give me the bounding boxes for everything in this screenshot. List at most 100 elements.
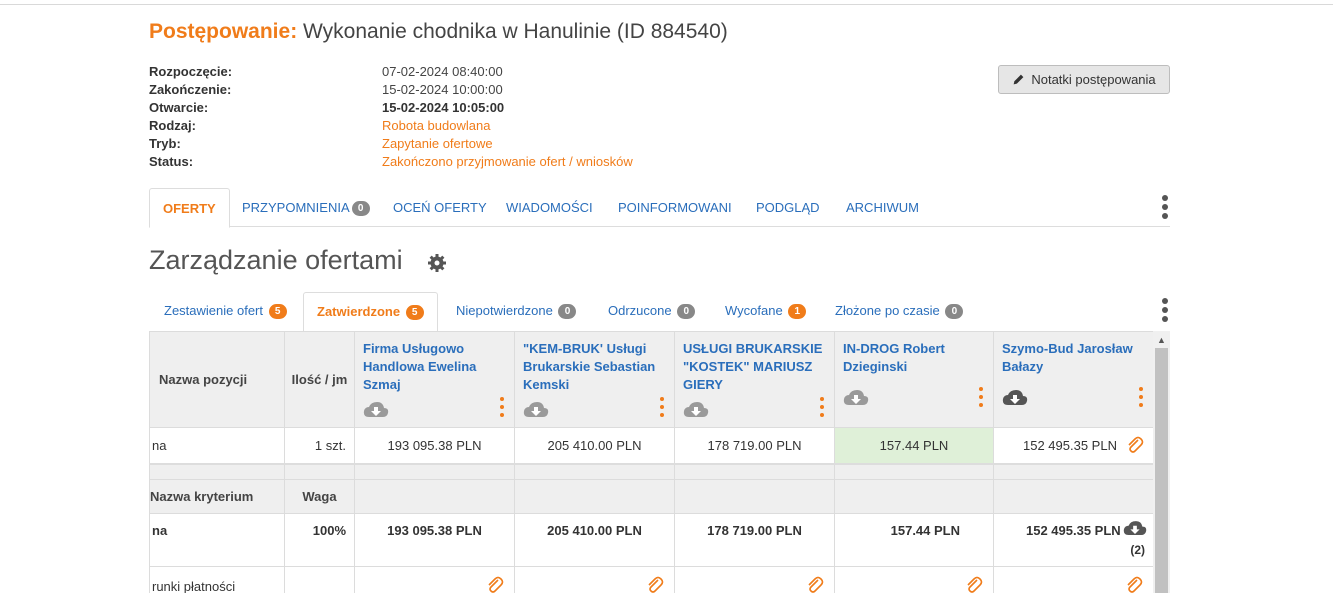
main-tabs: OFERTY PRZYPOMNIENIA 0 OCEŃ OFERTY WIADOM… (149, 188, 1170, 228)
cloud-download-icon[interactable] (1002, 389, 1028, 407)
scrollbar-thumb[interactable] (1155, 348, 1168, 593)
criterion-name: runki płatności (149, 566, 285, 593)
pencil-icon (1013, 74, 1024, 85)
meta-value: 07-02-2024 08:40:00 (382, 64, 503, 79)
price-cell: 205 410.00 PLN (514, 427, 675, 465)
meta-type: Rodzaj: Robota budowlana (149, 118, 749, 136)
column-header: Nazwa pozycji (149, 331, 285, 428)
tab-label: OCEŃ OFERTY (393, 200, 487, 215)
score-cell: 205 410.00 PLN (514, 513, 675, 567)
vendor-menu-icon[interactable] (820, 397, 826, 417)
count-badge: 0 (558, 304, 577, 320)
vendor-menu-icon[interactable] (979, 387, 985, 407)
tab-label: PODGLĄD (756, 200, 820, 215)
vendor-column: IN-DROG Robert Dzieginski (834, 331, 994, 428)
meta-key: Rodzaj: (149, 118, 196, 133)
tab-preview[interactable]: PODGLĄD (756, 188, 820, 227)
table-row: na 100% 193 095.38 PLN 205 410.00 PLN 17… (149, 513, 1153, 567)
vendor-column: Szymo-Bud Jarosław Bałazy (993, 331, 1153, 428)
meta-mode: Tryb: Zapytanie ofertowe (149, 136, 749, 154)
tab-label: Złożone po czasie (835, 303, 940, 318)
vendor-menu-icon[interactable] (660, 397, 666, 417)
tab-label: Wycofane (725, 303, 783, 318)
subtab-rejected[interactable]: Odrzucone 0 (608, 292, 696, 332)
subtab-summary[interactable]: Zestawienie ofert 5 (164, 292, 287, 332)
page-title-label: Postępowanie: (149, 20, 298, 43)
subtab-late[interactable]: Złożone po czasie 0 (835, 292, 964, 332)
cloud-download-icon[interactable] (843, 389, 869, 407)
vendor-menu-icon[interactable] (500, 397, 506, 417)
offers-comparison-table: Nazwa pozycji Ilość / jm Firma Usługowo … (149, 331, 1153, 593)
column-header: Ilość / jm (284, 331, 355, 428)
position-name: na (149, 427, 285, 465)
meta-value-link[interactable]: Robota budowlana (382, 118, 490, 133)
offer-subtabs: Zestawienie ofert 5 Zatwierdzone 5 Niepo… (149, 292, 1153, 332)
tab-offers[interactable]: OFERTY (149, 188, 230, 228)
meta-key: Status: (149, 154, 194, 169)
vendor-name-link[interactable]: "KEM-BRUK' Usługi Brukarskie Sebastian K… (523, 340, 666, 394)
meta-key: Otwarcie: (149, 100, 209, 115)
criteria-header-row: Nazwa kryterium Waga (149, 479, 1153, 514)
paperclip-icon[interactable] (646, 576, 664, 593)
meta-value: 15-02-2024 10:00:00 (382, 82, 503, 97)
tab-reminders[interactable]: PRZYPOMNIENIA 0 (242, 188, 370, 227)
table-spacer-row (149, 463, 1153, 480)
criterion-weight: 100% (284, 513, 355, 567)
paperclip-icon[interactable] (1125, 576, 1143, 593)
main-tabs-more-icon[interactable] (1161, 195, 1169, 221)
table-scrollbar[interactable]: ▲ (1153, 331, 1170, 593)
meta-end: Zakończenie: 15-02-2024 10:00:00 (149, 82, 749, 100)
tab-archive[interactable]: ARCHIWUM (846, 188, 919, 227)
cloud-download-icon[interactable] (363, 401, 389, 419)
vendor-menu-icon[interactable] (1139, 387, 1145, 407)
scroll-up-icon[interactable]: ▲ (1153, 331, 1170, 348)
tab-label: Niepotwierdzone (456, 303, 553, 318)
vendor-column: USŁUGI BRUKARSKIE "KOSTEK" MARIUSZ GIERY (674, 331, 835, 428)
meta-value-link[interactable]: Zapytanie ofertowe (382, 136, 493, 151)
paperclip-icon[interactable] (806, 576, 824, 593)
cloud-download-icon[interactable] (683, 401, 709, 419)
paperclip-icon[interactable] (486, 576, 504, 593)
meta-status: Status: Zakończono przyjmowanie ofert / … (149, 154, 749, 172)
subtabs-more-icon[interactable] (1161, 298, 1169, 324)
subtab-approved[interactable]: Zatwierdzone 5 (303, 292, 438, 332)
tab-label: POINFORMOWANI (618, 200, 732, 215)
subtab-unconfirmed[interactable]: Niepotwierdzone 0 (456, 292, 577, 332)
meta-key: Zakończenie: (149, 82, 232, 97)
vendor-name-link[interactable]: Firma Usługowo Handlowa Ewelina Szmaj (363, 340, 506, 394)
meta-value: 15-02-2024 10:05:00 (382, 100, 505, 115)
meta-key: Tryb: (149, 136, 181, 151)
tab-label: ARCHIWUM (846, 200, 919, 215)
count-badge: 0 (677, 304, 696, 320)
price-cell-with-attachment: 152 495.35 PLN (993, 427, 1153, 465)
cloud-download-icon[interactable] (523, 401, 549, 419)
column-header: Waga (284, 479, 355, 514)
gear-icon[interactable] (427, 253, 447, 273)
procedure-notes-button[interactable]: Notatki postępowania (998, 65, 1170, 94)
table-row: na 1 szt. 193 095.38 PLN 205 410.00 PLN … (149, 427, 1153, 465)
paperclip-icon[interactable] (965, 576, 983, 593)
tab-informed[interactable]: POINFORMOWANI (618, 188, 732, 227)
tab-evaluate[interactable]: OCEŃ OFERTY (393, 188, 487, 227)
meta-key: Rozpoczęcie: (149, 64, 233, 79)
vendor-name-link[interactable]: IN-DROG Robert Dzieginski (843, 340, 985, 376)
vendor-name-link[interactable]: Szymo-Bud Jarosław Bałazy (1002, 340, 1145, 376)
tab-label: WIADOMOŚCI (506, 200, 593, 215)
meta-start: Rozpoczęcie: 07-02-2024 08:40:00 (149, 64, 749, 82)
table-row: runki płatności (149, 566, 1153, 593)
meta-value-link[interactable]: Zakończono przyjmowanie ofert / wniosków (382, 154, 633, 169)
tab-label: OFERTY (163, 201, 216, 216)
cloud-download-icon[interactable] (1123, 520, 1147, 537)
paperclip-icon[interactable] (1126, 436, 1144, 454)
download-count: (2) (1130, 543, 1145, 557)
top-divider (0, 4, 1333, 5)
position-qty: 1 szt. (284, 427, 355, 465)
meta-opening: Otwarcie: 15-02-2024 10:05:00 (149, 100, 749, 118)
tab-label: Zestawienie ofert (164, 303, 263, 318)
tab-messages[interactable]: WIADOMOŚCI (506, 188, 593, 227)
subtab-withdrawn[interactable]: Wycofane 1 (725, 292, 807, 332)
count-badge: 0 (945, 304, 964, 320)
price-cell-best: 157.44 PLN (834, 427, 994, 465)
vendor-name-link[interactable]: USŁUGI BRUKARSKIE "KOSTEK" MARIUSZ GIERY (683, 340, 826, 394)
procedure-meta: Rozpoczęcie: 07-02-2024 08:40:00 Zakończ… (149, 64, 749, 172)
